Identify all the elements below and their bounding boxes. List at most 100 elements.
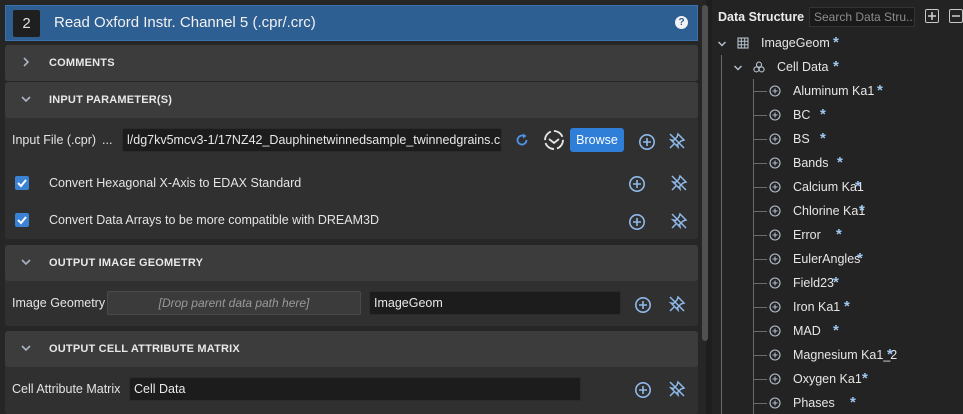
chevron-down-icon[interactable] [717,38,727,48]
add-circle-icon[interactable] [628,213,646,231]
add-circle-icon[interactable] [638,133,656,151]
add-circle-icon[interactable] [634,296,652,314]
hex-axis-checkbox[interactable] [15,176,29,190]
new-item-star-icon: * [833,58,839,75]
tree-node-data-array[interactable]: Iron Ka1 * [712,295,963,319]
expand-all-button[interactable] [925,9,939,23]
tree-label: Calcium Ka1 [793,180,864,194]
watch-file-icon[interactable] [543,129,565,151]
output-image-geometry-header[interactable]: OUTPUT IMAGE GEOMETRY [5,245,698,281]
data-array-icon [769,157,781,169]
new-item-star-icon: * [844,298,850,315]
tree-node-data-array[interactable]: BS * [712,127,963,151]
browse-button[interactable]: Browse [570,128,624,152]
unpin-icon[interactable] [668,132,686,150]
image-geometry-label: Image Geometry [12,296,106,310]
tree-branch-line [753,211,767,212]
new-item-star-icon: * [820,130,826,147]
tree-branch-line [753,91,767,92]
tree-branch-line [753,115,767,116]
filter-parameters-pane: 2 Read Oxford Instr. Channel 5 (.cpr/.cr… [0,0,708,414]
parameters-scrollbar[interactable] [702,5,708,341]
input-file-options-button[interactable]: ... [102,133,112,147]
grid-icon [737,37,749,49]
output-cell-attribute-header[interactable]: OUTPUT CELL ATTRIBUTE MATRIX [5,331,698,367]
new-item-star-icon: * [837,154,843,171]
tree-node-data-array[interactable]: Magnesium Ka1_2 * [712,343,963,367]
reload-icon[interactable] [513,131,531,149]
data-array-icon [769,133,781,145]
tree-label: Chlorine Ka1 [793,204,866,218]
tree-branch-line [753,259,767,260]
comments-title: COMMENTS [49,57,115,69]
input-parameters-header[interactable]: INPUT PARAMETER(S) [5,82,698,118]
chevron-down-icon [20,342,32,354]
tree-label: Aluminum Ka1 [793,84,875,98]
tree-label: Iron Ka1 [793,300,841,314]
tree-node-data-array[interactable]: MAD * [712,319,963,343]
new-item-star-icon: * [850,394,856,411]
data-array-icon [769,397,781,409]
data-array-icon [769,109,781,121]
tree-label: Cell Data [777,60,829,74]
tree-node-image-geometry[interactable]: ImageGeom * [712,31,963,55]
cell-attribute-matrix-label: Cell Attribute Matrix [12,382,121,396]
new-item-star-icon: * [833,322,839,339]
comments-section: COMMENTS [5,45,698,81]
input-file-path-field[interactable]: l/dg7kv5mcv3-1/17NZ42_Dauphinetwinnedsam… [122,128,502,152]
tree-guide-line [753,79,754,414]
tree-label: Error [793,228,821,242]
input-parameters-title: INPUT PARAMETER(S) [49,94,173,106]
dream3d-compat-checkbox[interactable] [15,213,29,227]
add-circle-icon[interactable] [634,381,652,399]
tree-node-data-array[interactable]: Field23 * [712,271,963,295]
data-array-icon [769,205,781,217]
data-array-icon [769,301,781,313]
image-geometry-name-field[interactable]: ImageGeom [369,291,621,315]
tree-node-data-array[interactable]: EulerAngles * [712,247,963,271]
new-item-star-icon: * [833,274,839,291]
tree-branch-line [753,163,767,164]
tree-label: Bands [793,156,829,170]
unpin-icon[interactable] [668,295,686,313]
tree-label: Field23 [793,276,834,290]
tree-node-attribute-matrix[interactable]: Cell Data * [712,55,963,79]
data-array-icon [769,229,781,241]
tree-branch-line [753,331,767,332]
collapse-all-button[interactable] [949,9,963,23]
chevron-down-icon[interactable] [733,62,743,72]
tree-node-data-array[interactable]: Calcium Ka1 * [712,175,963,199]
data-structure-title: Data Structure [718,10,805,24]
new-item-star-icon: * [857,250,863,267]
tree-branch-line [753,235,767,236]
data-structure-search-input[interactable]: Search Data Stru... [809,7,915,27]
new-item-star-icon: * [836,226,842,243]
tree-node-data-array[interactable]: Error * [712,223,963,247]
chevron-down-icon [20,93,32,105]
tree-node-data-array[interactable]: Phases * [712,391,963,414]
data-array-icon [769,181,781,193]
output-image-geometry-title: OUTPUT IMAGE GEOMETRY [49,257,204,269]
cell-attribute-matrix-field[interactable]: Cell Data [129,377,581,401]
cube-icon [753,61,765,73]
tree-label: ImageGeom [761,36,830,50]
unpin-icon[interactable] [670,174,688,192]
data-array-icon [769,277,781,289]
unpin-icon[interactable] [670,212,688,230]
tree-node-data-array[interactable]: Aluminum Ka1 * [712,79,963,103]
comments-section-header[interactable]: COMMENTS [5,45,698,81]
add-circle-icon[interactable] [628,175,646,193]
new-item-star-icon: * [887,346,893,363]
new-item-star-icon: * [855,178,861,195]
tree-node-data-array[interactable]: Oxygen Ka1 * [712,367,963,391]
help-icon[interactable]: ? [675,16,688,29]
tree-node-data-array[interactable]: BC * [712,103,963,127]
data-structure-pane: Data Structure Search Data Stru... Image… [712,0,963,414]
data-array-icon [769,373,781,385]
unpin-icon[interactable] [668,380,686,398]
tree-label: BC [793,108,811,122]
input-file-label: Input File (.cpr) [12,133,97,147]
parent-path-drop-zone[interactable]: [Drop parent data path here] [107,291,361,315]
tree-node-data-array[interactable]: Chlorine Ka1 * [712,199,963,223]
tree-node-data-array[interactable]: Bands * [712,151,963,175]
